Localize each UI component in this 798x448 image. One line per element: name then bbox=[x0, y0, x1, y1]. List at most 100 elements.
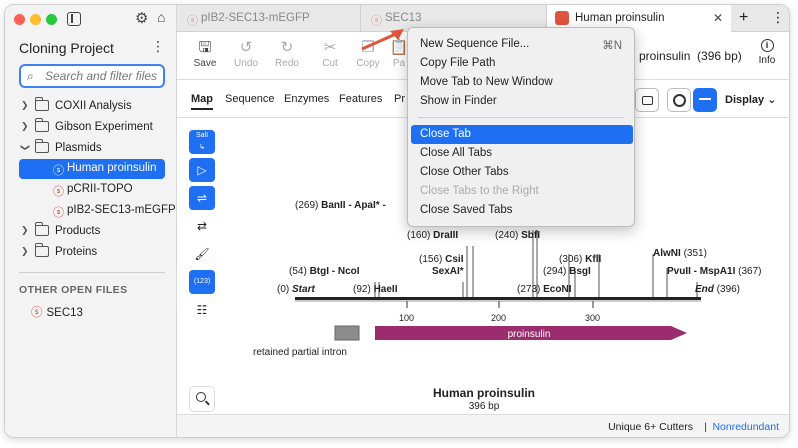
enzyme-name: KflI bbox=[585, 254, 601, 265]
tick-labels: 100 200 300 bbox=[399, 313, 600, 323]
zoom-window-button[interactable] bbox=[46, 14, 57, 25]
enzyme-name: DraIII bbox=[433, 230, 458, 241]
plasmid-name: Human proinsulin bbox=[433, 386, 535, 400]
tab-map[interactable]: Map bbox=[191, 93, 213, 110]
more-icon[interactable]: ⋮ bbox=[771, 9, 785, 26]
dna-file-icon bbox=[555, 11, 569, 25]
gear-icon[interactable]: ⚙ bbox=[135, 9, 148, 27]
menu-close-tabs-right[interactable]: Close Tabs to the Right bbox=[408, 182, 634, 201]
layout-icon[interactable] bbox=[635, 88, 659, 112]
feature-intron[interactable] bbox=[334, 325, 360, 341]
enzyme-label[interactable]: (156) CsiI bbox=[419, 254, 464, 265]
enzyme-label[interactable]: (92) HaeII bbox=[353, 284, 398, 295]
chevron-down-icon[interactable]: ❯ bbox=[19, 144, 30, 152]
nonredundant-link[interactable]: Nonredundant bbox=[712, 421, 779, 433]
enzyme-label[interactable]: SexAI* bbox=[432, 266, 464, 277]
chevron-right-icon[interactable]: ❯ bbox=[21, 121, 29, 132]
new-tab-button[interactable]: + bbox=[739, 9, 748, 27]
undo-label: Undo bbox=[234, 58, 258, 69]
tab-pib2[interactable]: ⓢ pIB2-SEC13-mEGFP bbox=[177, 5, 361, 32]
search-input[interactable] bbox=[43, 68, 161, 84]
menu-copy-file-path[interactable]: Copy File Path bbox=[408, 54, 634, 73]
tree-folder-plasmids[interactable]: ❯ Plasmids bbox=[5, 139, 177, 159]
enzyme-name: BanII - ApaI* bbox=[321, 200, 380, 211]
cutters-filter[interactable]: Unique 6+ Cutters bbox=[608, 421, 693, 433]
tree-folder-proteins[interactable]: ❯ Proteins bbox=[5, 243, 177, 263]
minimize-window-button[interactable] bbox=[30, 14, 41, 25]
tree-label: pCRII-TOPO bbox=[67, 183, 133, 195]
enzyme-label[interactable]: (273) EcoNI bbox=[517, 284, 572, 295]
sequence-backbone[interactable] bbox=[295, 297, 701, 300]
info-button[interactable]: i Info bbox=[753, 39, 781, 66]
enzyme-name: BtgI - NcoI bbox=[310, 266, 360, 277]
copy-label: Copy bbox=[356, 58, 380, 69]
menu-close-tab[interactable]: Close Tab bbox=[411, 125, 633, 144]
tree-label: Gibson Experiment bbox=[55, 121, 153, 133]
tab-features[interactable]: Features bbox=[339, 93, 382, 105]
menu-show-in-finder[interactable]: Show in Finder bbox=[408, 92, 634, 111]
tree-file-pcrii-topo[interactable]: ⓢ pCRII-TOPO bbox=[5, 180, 177, 200]
menu-close-saved-tabs[interactable]: Close Saved Tabs bbox=[408, 201, 634, 220]
folder-icon bbox=[35, 222, 49, 236]
sidebar-toggle-icon[interactable] bbox=[67, 12, 81, 26]
other-file-sec13[interactable]: ⓢ SEC13 bbox=[31, 304, 83, 320]
linear-view-icon[interactable] bbox=[693, 88, 717, 112]
enzyme-label[interactable]: (54) BtgI - NcoI bbox=[289, 266, 360, 277]
tree-file-pib2[interactable]: ⓢ pIB2-SEC13-mEGFP bbox=[5, 201, 177, 221]
tree-folder-products[interactable]: ❯ Products bbox=[5, 222, 177, 242]
sequence-length: (396 bp) bbox=[697, 49, 742, 63]
menu-label: Close Other Tabs bbox=[420, 166, 509, 178]
end-pos: (396) bbox=[717, 284, 740, 295]
home-icon[interactable]: ⌂ bbox=[157, 9, 165, 25]
enzyme-label[interactable]: (294) BsgI bbox=[543, 266, 591, 277]
cut-label: Cut bbox=[322, 58, 338, 69]
save-button[interactable]: 🖫 Save bbox=[185, 38, 225, 69]
enzyme-label[interactable]: (240) SbfI bbox=[495, 230, 540, 241]
menu-label: Show in Finder bbox=[420, 95, 497, 107]
dna-file-icon: ⓢ bbox=[53, 186, 64, 198]
scissors-icon: ✂ bbox=[323, 39, 337, 56]
enzyme-label[interactable]: AlwNI (351) bbox=[653, 248, 707, 259]
tree-label: Plasmids bbox=[55, 142, 102, 154]
cut-button[interactable]: ✂ Cut bbox=[310, 38, 350, 69]
tab-sequence[interactable]: Sequence bbox=[225, 93, 275, 105]
folder-icon bbox=[35, 97, 49, 111]
redo-icon: ↻ bbox=[280, 39, 294, 56]
tree-file-human-proinsulin[interactable]: ⓢ Human proinsulin bbox=[19, 159, 165, 179]
menu-close-all-tabs[interactable]: Close All Tabs bbox=[408, 144, 634, 163]
menu-move-tab[interactable]: Move Tab to New Window bbox=[408, 73, 634, 92]
chevron-right-icon[interactable]: ❯ bbox=[21, 100, 29, 111]
undo-button[interactable]: ↺ Undo bbox=[226, 38, 266, 69]
close-window-button[interactable] bbox=[14, 14, 25, 25]
tree-folder-coxii[interactable]: ❯ COXII Analysis bbox=[5, 97, 177, 117]
enzyme-label[interactable]: (269) BanII - ApaI* - bbox=[295, 200, 386, 211]
tick-marks bbox=[406, 301, 594, 308]
display-dropdown[interactable]: Display ⌄ bbox=[725, 93, 776, 106]
enzyme-pos: (160) bbox=[407, 230, 430, 241]
tab-enzymes[interactable]: Enzymes bbox=[284, 93, 329, 105]
save-label: Save bbox=[193, 58, 217, 69]
status-separator: | bbox=[704, 421, 707, 433]
enzyme-label[interactable]: (306) KflI bbox=[559, 254, 601, 265]
enzyme-label[interactable]: (160) DraIII bbox=[407, 230, 458, 241]
tab-context-menu: New Sequence File... ⌘N Copy File Path Mo… bbox=[407, 27, 635, 227]
redo-button[interactable]: ↻ Redo bbox=[267, 38, 307, 69]
enzyme-pos: (351) bbox=[684, 248, 707, 259]
menu-close-other-tabs[interactable]: Close Other Tabs bbox=[408, 163, 634, 182]
sidebar: ⚙ ⌂ Cloning Project ⋮ ⌕ ❯ COXII Analysis… bbox=[5, 5, 177, 437]
chevron-right-icon[interactable]: ❯ bbox=[21, 225, 29, 236]
enzyme-pos: (294) bbox=[543, 266, 566, 277]
project-menu-icon[interactable]: ⋮ bbox=[151, 38, 165, 55]
chevron-right-icon[interactable]: ❯ bbox=[21, 246, 29, 257]
end-label: End (396) bbox=[695, 284, 740, 295]
close-icon[interactable]: ✕ bbox=[713, 11, 723, 25]
circular-view-icon[interactable] bbox=[667, 88, 691, 112]
tree-folder-gibson[interactable]: ❯ Gibson Experiment bbox=[5, 118, 177, 138]
tab-primers[interactable]: Pr bbox=[394, 93, 405, 105]
end-name: End bbox=[695, 284, 715, 295]
enzyme-label[interactable]: PvuII - MspA1I (367) bbox=[667, 266, 762, 277]
menu-new-sequence-file[interactable]: New Sequence File... ⌘N bbox=[408, 35, 634, 54]
info-icon: i bbox=[760, 39, 774, 52]
other-file-label: SEC13 bbox=[46, 307, 83, 319]
tree-label: Proteins bbox=[55, 246, 98, 258]
